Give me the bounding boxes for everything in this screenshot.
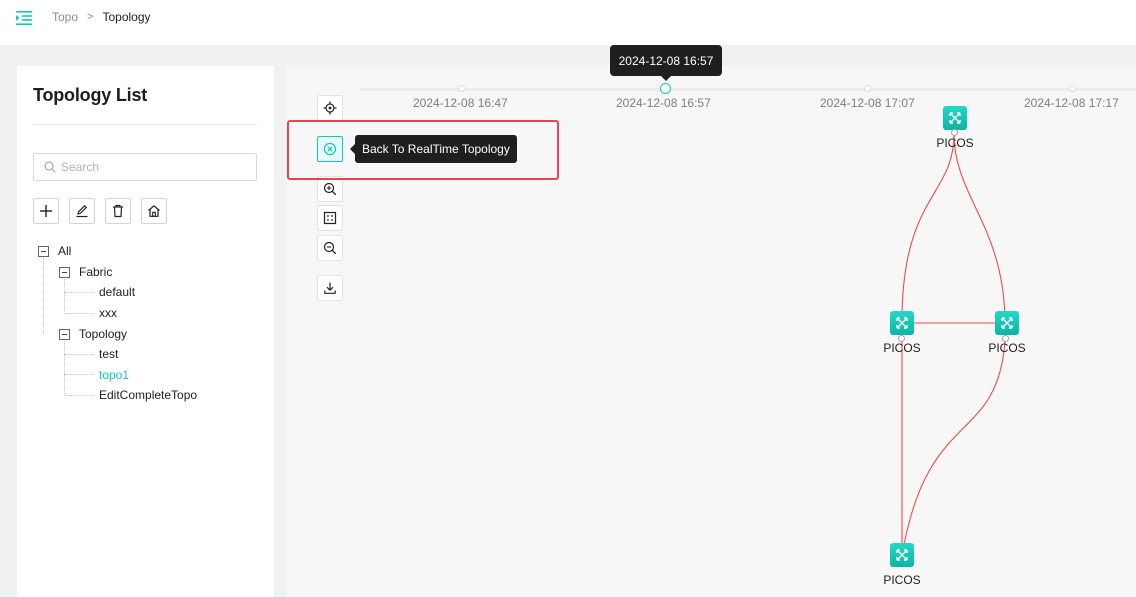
tree-connector — [64, 292, 94, 293]
link-line — [901, 133, 955, 322]
port-indicator — [1002, 335, 1009, 342]
tree-connector — [43, 258, 44, 334]
breadcrumb-topo[interactable]: Topo — [52, 10, 78, 24]
collapse-icon[interactable] — [59, 266, 70, 278]
topology-canvas[interactable]: 2024-12-08 16:47 2024-12-08 16:57 2024-1… — [287, 66, 1136, 597]
switch-node[interactable]: PICOS — [977, 311, 1037, 355]
switch-node[interactable]: PICOS — [872, 311, 932, 355]
tree-node-all[interactable]: All — [38, 244, 71, 258]
tree-leaf-xxx[interactable]: xxx — [99, 306, 117, 320]
node-label: PICOS — [936, 136, 974, 150]
top-header: Topo > Topology — [0, 0, 1136, 45]
tree-leaf-default[interactable]: default — [99, 285, 135, 299]
tree-leaf-topo1[interactable]: topo1 — [99, 368, 129, 382]
collapse-icon[interactable] — [38, 245, 49, 257]
switch-icon — [995, 311, 1019, 335]
node-label: PICOS — [883, 573, 921, 587]
node-label: PICOS — [883, 341, 921, 355]
switch-icon — [890, 543, 914, 567]
menu-fold-icon[interactable] — [16, 11, 32, 25]
topology-list-panel: Topology List Search All Fabric default … — [17, 66, 274, 597]
switch-node[interactable]: PICOS — [872, 543, 932, 587]
breadcrumb: Topo > Topology — [52, 10, 151, 24]
link-line — [953, 133, 1006, 322]
tree-node-topology[interactable]: Topology — [59, 327, 127, 341]
switch-icon — [943, 106, 967, 130]
switch-node[interactable]: PICOS — [925, 106, 985, 150]
tree-connector — [64, 374, 94, 375]
breadcrumb-topology: Topology — [102, 10, 151, 24]
back-to-realtime-tooltip: Back To RealTime Topology — [350, 135, 517, 163]
node-label: PICOS — [988, 341, 1026, 355]
tree-leaf-editcompletetopo[interactable]: EditCompleteTopo — [99, 388, 197, 402]
topology-tree: All Fabric default xxx Topology test top… — [17, 66, 274, 597]
tree-connector — [64, 313, 94, 314]
tree-connector — [64, 279, 65, 314]
tree-leaf-test[interactable]: test — [99, 347, 118, 361]
tree-node-fabric[interactable]: Fabric — [59, 265, 112, 279]
collapse-icon[interactable] — [59, 328, 70, 340]
port-indicator — [951, 129, 958, 136]
link-line — [901, 340, 1006, 557]
tree-connector — [64, 395, 94, 396]
switch-icon — [890, 311, 914, 335]
timeline-time-tooltip: 2024-12-08 16:57 — [610, 45, 722, 81]
breadcrumb-separator: > — [87, 11, 94, 23]
tree-connector — [64, 341, 65, 396]
tree-connector — [64, 354, 94, 355]
port-indicator — [898, 335, 905, 342]
